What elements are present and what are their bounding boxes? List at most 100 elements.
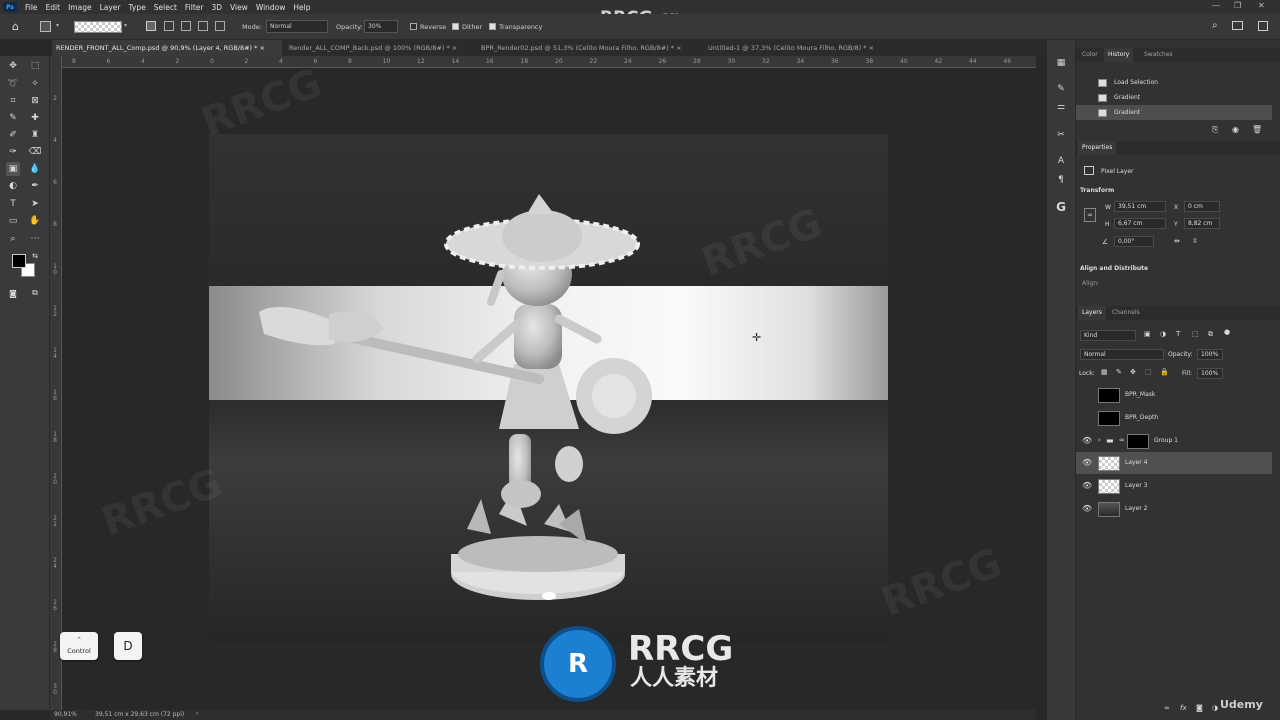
mode-select[interactable]: Normal (266, 20, 328, 33)
filter-pixel-icon[interactable]: ▣ (1144, 330, 1151, 338)
history-item-selected[interactable]: Gradient (1076, 105, 1272, 120)
linear-gradient-icon[interactable] (146, 21, 156, 31)
paragraph-panel-icon[interactable]: ¶ (1054, 173, 1068, 187)
filter-shape-icon[interactable]: ⬚ (1192, 330, 1199, 338)
tool-presets-icon[interactable]: ✂ (1054, 128, 1068, 142)
minimize-icon[interactable]: — (1212, 1, 1220, 10)
width-field[interactable]: 39,51 cm (1114, 201, 1166, 212)
reflected-gradient-icon[interactable] (198, 21, 208, 31)
chevron-right-icon[interactable]: › (1098, 436, 1101, 444)
gradient-tool-icon[interactable]: ▣ (6, 162, 20, 176)
document-canvas[interactable] (209, 134, 888, 643)
menu-help[interactable]: Help (293, 3, 310, 12)
close-icon[interactable]: × (260, 44, 265, 52)
tab-history[interactable]: History (1104, 48, 1134, 62)
layer-row-selected[interactable]: 👁 Layer 4 (1076, 452, 1272, 474)
flip-vertical-icon[interactable]: ⇳ (1192, 237, 1198, 245)
lock-transparent-icon[interactable]: ▦ (1101, 368, 1108, 376)
opacity-field[interactable]: 30% (364, 20, 398, 33)
shape-tool-icon[interactable]: ▭ (6, 214, 20, 228)
tab-render-back[interactable]: Render_ALL_COMP_Back.psd @ 100% (RGB/8#)… (285, 40, 475, 56)
blend-mode-select[interactable]: Normal (1080, 349, 1164, 360)
magic-wand-icon[interactable]: ✧ (28, 77, 42, 91)
workspace-icon[interactable] (1232, 21, 1243, 30)
reverse-checkbox[interactable] (410, 23, 417, 30)
lock-position-icon[interactable]: ✥ (1130, 368, 1136, 376)
tab-properties[interactable]: Properties (1078, 141, 1117, 155)
close-icon[interactable]: × (452, 44, 457, 52)
move-tool-icon[interactable]: ✥ (6, 59, 20, 73)
layer-row-group[interactable]: 👁 › ▬ ∞ Group 1 (1076, 430, 1272, 452)
close-icon[interactable]: × (676, 44, 681, 52)
pen-tool-icon[interactable]: ✒ (28, 179, 42, 193)
type-tool-icon[interactable]: T (6, 197, 20, 211)
lock-artboard-icon[interactable]: ⬚ (1145, 368, 1152, 376)
menu-view[interactable]: View (230, 3, 248, 12)
hand-tool-icon[interactable]: ✋ (28, 214, 42, 228)
flip-horizontal-icon[interactable]: ⇹ (1174, 237, 1180, 245)
align-heading[interactable]: Align and Distribute (1080, 265, 1148, 272)
new-document-icon[interactable]: ⎘ (1212, 125, 1218, 135)
menu-select[interactable]: Select (154, 3, 177, 12)
healing-brush-icon[interactable]: ✚ (28, 111, 42, 125)
swap-colors-icon[interactable]: ⇆ (28, 249, 42, 263)
menu-layer[interactable]: Layer (100, 3, 121, 12)
eyedropper-icon[interactable]: ✎ (6, 111, 20, 125)
marquee-tool-icon[interactable]: ⬚ (28, 59, 42, 73)
chevron-right-icon[interactable]: › (196, 710, 198, 717)
dither-checkbox[interactable] (452, 23, 459, 30)
zoom-tool-icon[interactable]: ⌕ (6, 232, 20, 246)
history-item[interactable]: Gradient (1076, 90, 1272, 105)
history-item[interactable]: Load Selection (1076, 75, 1272, 90)
menu-edit[interactable]: Edit (46, 3, 61, 12)
gradient-tool-icon[interactable] (40, 21, 51, 32)
eye-icon[interactable]: 👁 (1082, 481, 1092, 490)
quick-mask-icon[interactable]: ◙ (6, 286, 20, 300)
zoom-level[interactable]: 90,91% (54, 711, 77, 718)
menu-3d[interactable]: 3D (211, 3, 222, 12)
fx-icon[interactable]: fx (1180, 704, 1187, 712)
layer-row[interactable]: BPR_Mask (1076, 384, 1272, 406)
gradient-picker[interactable] (74, 21, 122, 33)
history-brush-icon[interactable]: ✑ (6, 145, 20, 159)
menu-file[interactable]: File (25, 3, 38, 12)
adjustment-layer-icon[interactable]: ◑ (1212, 704, 1218, 712)
blur-tool-icon[interactable]: 💧 (28, 162, 42, 176)
close-icon[interactable]: × (869, 44, 874, 52)
tab-layers[interactable]: Layers (1078, 306, 1106, 320)
filter-type-icon[interactable]: T (1176, 330, 1180, 338)
layer-row[interactable]: 👁 Layer 2 (1076, 498, 1272, 520)
filter-toggle-icon[interactable]: ● (1224, 328, 1230, 336)
character-panel-icon[interactable]: A (1054, 154, 1068, 168)
eraser-icon[interactable]: ⌫ (28, 145, 42, 159)
layer-filter-kind[interactable]: Kind (1080, 330, 1136, 341)
screen-mode-icon[interactable]: ⧉ (28, 286, 42, 300)
search-icon[interactable]: ⌕ (1212, 20, 1218, 31)
menu-image[interactable]: Image (68, 3, 92, 12)
restore-icon[interactable]: ❐ (1234, 1, 1241, 10)
link-layers-icon[interactable]: ∞ (1164, 704, 1170, 712)
menu-window[interactable]: Window (256, 3, 286, 12)
plugin-icon[interactable]: G (1054, 200, 1068, 214)
layer-row[interactable]: 👁 Layer 3 (1076, 475, 1272, 497)
trash-icon[interactable]: 🗑 (1252, 125, 1262, 134)
transform-heading[interactable]: Transform (1080, 187, 1114, 194)
tab-bpr-render[interactable]: BPR_Render02.psd @ 51,3% (Celito Moura F… (477, 40, 703, 56)
x-field[interactable]: 0 cm (1184, 201, 1220, 212)
dodge-tool-icon[interactable]: ◐ (6, 179, 20, 193)
layer-fill-field[interactable]: 100% (1197, 368, 1223, 379)
home-icon[interactable]: ⌂ (12, 20, 19, 33)
eye-icon[interactable]: 👁 (1082, 436, 1092, 445)
radial-gradient-icon[interactable] (164, 21, 174, 31)
mask-icon[interactable]: ◙ (1196, 704, 1203, 712)
brush-settings-icon[interactable]: ✎ (1054, 82, 1068, 96)
lasso-tool-icon[interactable]: ➰ (6, 77, 20, 91)
tab-color[interactable]: Color (1078, 48, 1102, 62)
camera-icon[interactable]: ◉ (1232, 125, 1239, 134)
more-tools-icon[interactable]: ⋯ (28, 232, 42, 246)
menu-filter[interactable]: Filter (185, 3, 204, 12)
close-icon[interactable]: ✕ (1258, 1, 1265, 10)
tab-untitled[interactable]: Untitled-1 @ 37,3% (Celito Moura Filho, … (704, 40, 904, 56)
y-field[interactable]: 8,82 cm (1184, 218, 1220, 229)
share-icon[interactable] (1258, 21, 1268, 31)
